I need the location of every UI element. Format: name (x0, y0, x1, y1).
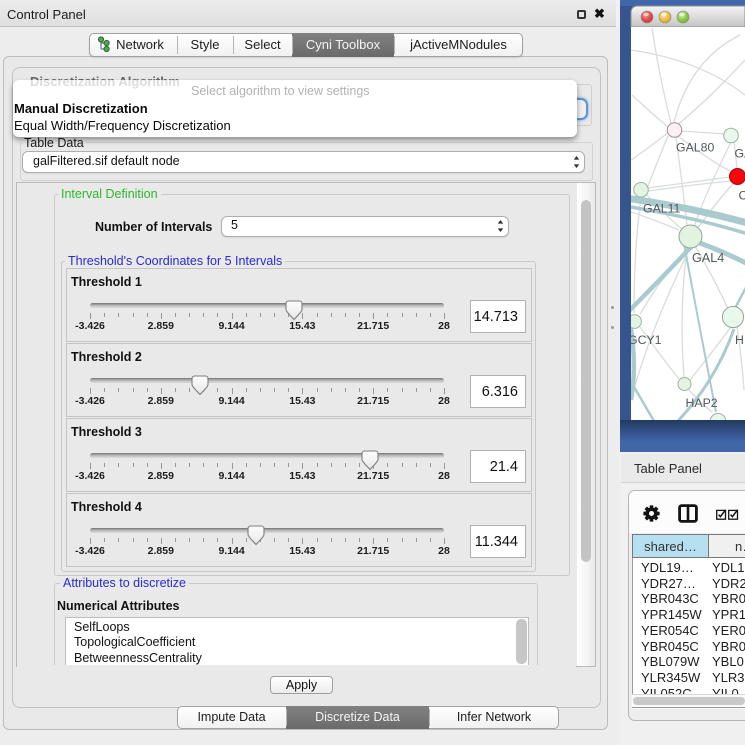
svg-text:HAP2: HAP2 (686, 396, 718, 410)
svg-text:GAL11: GAL11 (643, 202, 681, 216)
svg-text:H: H (735, 333, 744, 347)
svg-text:C: C (739, 189, 745, 203)
svg-text:GAL80: GAL80 (676, 141, 714, 155)
svg-text:GAL4: GAL4 (692, 251, 724, 265)
svg-text:GCY1: GCY1 (628, 333, 662, 347)
svg-text:GA: GA (735, 147, 745, 161)
